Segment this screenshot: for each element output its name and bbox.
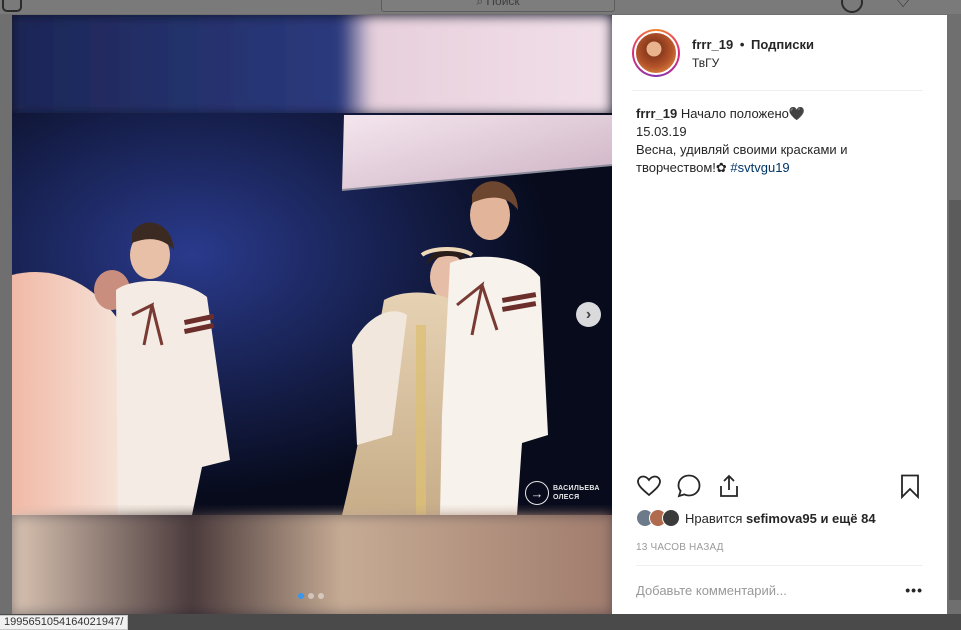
following-button[interactable]: Подписки (751, 37, 814, 52)
comment-form: ••• (636, 565, 923, 614)
liker-avatar[interactable] (662, 509, 680, 527)
post-location[interactable]: ТвГУ (692, 56, 814, 70)
search-input[interactable]: ⌕ Поиск (381, 0, 615, 12)
caption-username[interactable]: frrr_19 (636, 106, 677, 121)
caption-line4: творчеством!✿ (636, 160, 731, 175)
avatar[interactable] (632, 29, 680, 77)
likes-summary: Нравится sefimova95 и ещё 84 (636, 509, 876, 527)
arrow-right-icon: → (525, 481, 549, 505)
background-tile (0, 614, 961, 630)
post-timestamp[interactable]: 13 ЧАСОВ НАЗАД (636, 542, 724, 553)
explore-icon[interactable] (841, 0, 863, 13)
activity-heart-icon[interactable]: ♡ (894, 0, 916, 11)
post-side-panel: frrr_19 • Подписки ТвГУ frrr_19 Начало п… (612, 15, 947, 614)
page-header: ⌕ Поиск ♡ (0, 0, 961, 14)
more-options-button[interactable]: ••• (905, 582, 923, 598)
caption-line2: 15.03.19 (636, 124, 687, 139)
carousel-dot (308, 593, 314, 599)
post-actions (636, 473, 923, 501)
carousel-dot (318, 593, 324, 599)
instagram-logo-icon[interactable] (2, 0, 22, 12)
status-url: 19956510541640219​47/ (0, 615, 129, 630)
comment-bubble-icon[interactable] (676, 473, 702, 499)
chevron-right-icon: › (585, 305, 592, 323)
carousel-indicator (298, 593, 324, 599)
post-header: frrr_19 • Подписки ТвГУ (632, 29, 923, 91)
like-heart-icon[interactable] (636, 473, 662, 499)
caption-line3: Весна, удивляй своими красками и (636, 142, 848, 157)
carousel-dot-active (298, 593, 304, 599)
post-caption: frrr_19 Начало положено🖤 15.03.19 Весна,… (636, 105, 907, 177)
hashtag-link[interactable]: #svtvgu19 (730, 160, 789, 175)
likes-prefix: Нравится (685, 510, 743, 526)
liker-username[interactable]: sefimova95 (746, 511, 817, 526)
post-username[interactable]: frrr_19 (692, 37, 733, 52)
stage-photo-illustration (12, 15, 612, 614)
watermark-line1: ВАСИЛЬЕВА (553, 485, 600, 492)
post-modal: → ВАСИЛЬЕВА ОЛЕСЯ › frrr_19 • Подписки Т… (12, 15, 947, 614)
share-upload-icon[interactable] (716, 473, 742, 499)
header-separator: • (739, 37, 745, 52)
background-tile (949, 200, 961, 600)
search-icon: ⌕ (476, 0, 487, 8)
carousel-next-button[interactable]: › (576, 302, 601, 327)
post-photo[interactable]: → ВАСИЛЬЕВА ОЛЕСЯ › (12, 15, 612, 614)
photographer-watermark: → ВАСИЛЬЕВА ОЛЕСЯ (525, 481, 600, 505)
comment-input[interactable] (636, 582, 906, 598)
caption-line1: Начало положено🖤 (680, 106, 806, 121)
watermark-line2: ОЛЕСЯ (553, 494, 580, 501)
save-bookmark-icon[interactable] (897, 473, 923, 499)
likes-count-link[interactable]: и ещё 84 (820, 511, 875, 526)
